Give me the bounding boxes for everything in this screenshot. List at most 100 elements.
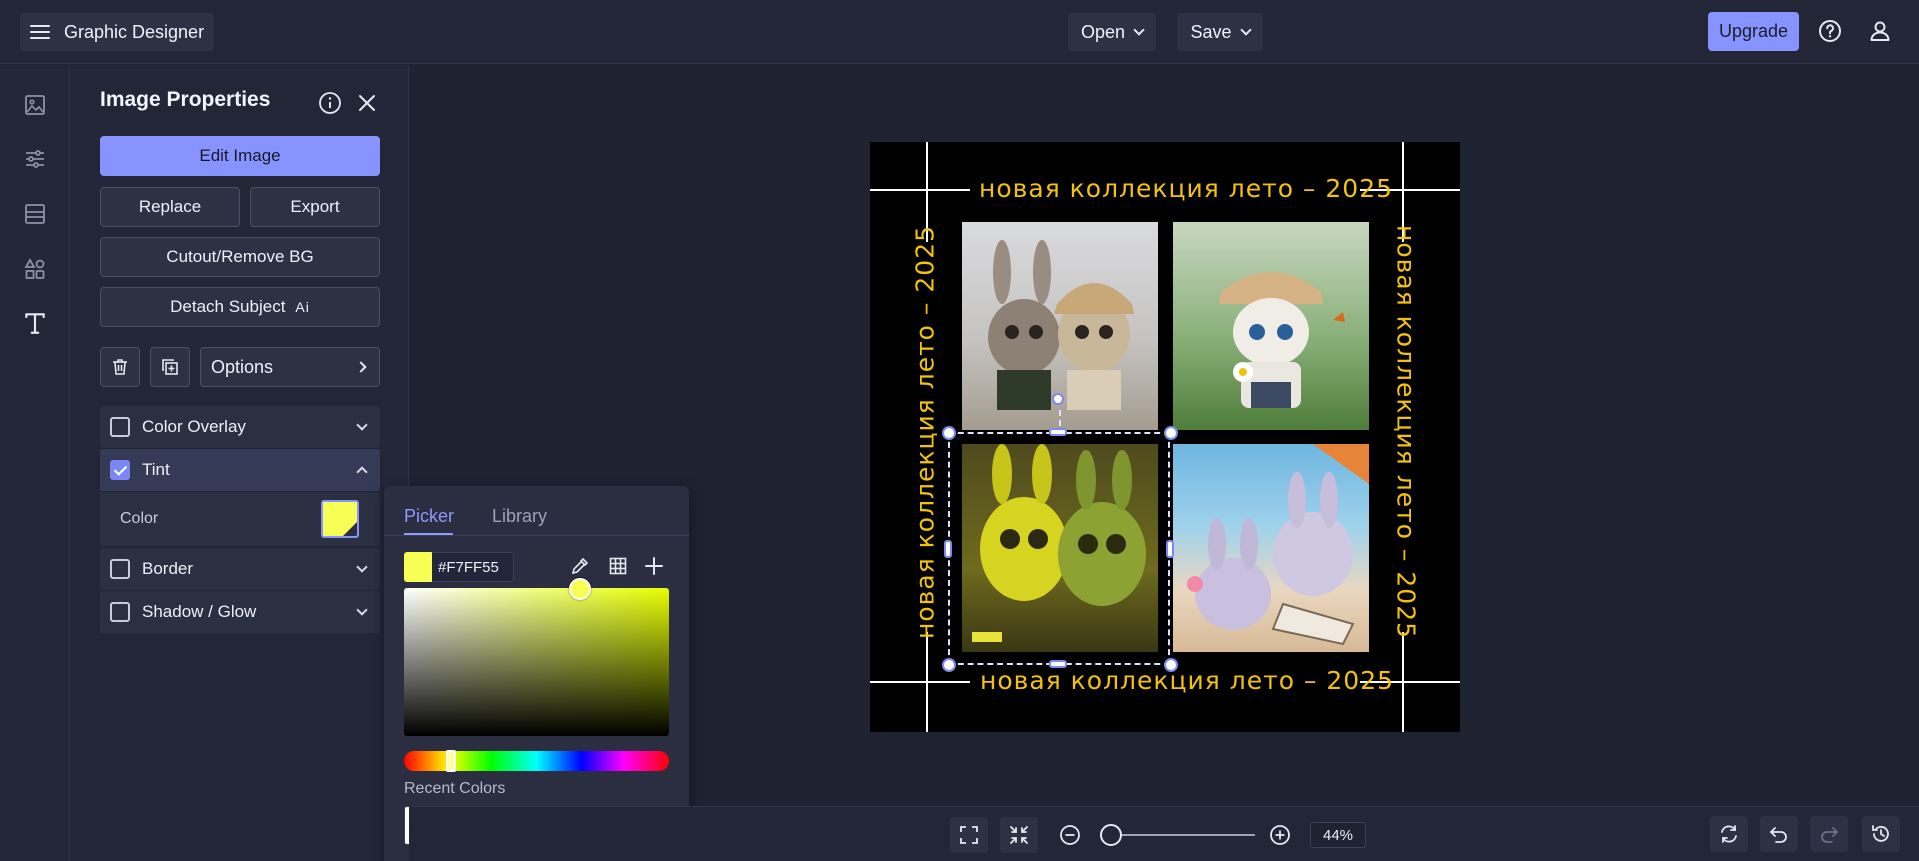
hue-slider[interactable] <box>404 751 669 771</box>
resize-handle[interactable] <box>1049 660 1067 668</box>
rotate-connector <box>1059 410 1061 426</box>
selection-box[interactable] <box>948 432 1170 665</box>
top-bar: Graphic Designer Open Save Upgrade <box>0 0 1919 64</box>
detach-subject-button[interactable]: Detach Subject Ai <box>100 287 380 327</box>
swatch-corner-icon <box>343 522 357 536</box>
chevron-down-icon <box>1239 23 1252 36</box>
upgrade-button[interactable]: Upgrade <box>1708 12 1799 51</box>
banner-bottom-text[interactable]: новая коллекция лето – 2025 <box>980 666 1394 695</box>
hue-handle[interactable] <box>446 750 456 772</box>
tab-divider <box>384 535 689 536</box>
photo-toy-garden[interactable] <box>1173 222 1369 430</box>
image-icon[interactable] <box>17 87 53 123</box>
panel-title: Image Properties <box>100 88 271 111</box>
shadow-glow-label: Shadow / Glow <box>142 602 257 621</box>
resize-handle[interactable] <box>944 540 952 558</box>
tint-body: Color <box>100 492 380 546</box>
hex-input[interactable]: #F7FF55 <box>432 552 514 582</box>
resize-handle[interactable] <box>1164 426 1178 440</box>
options-label: Options <box>211 356 274 377</box>
grid-icon[interactable] <box>602 550 634 582</box>
history-button[interactable] <box>1862 816 1900 852</box>
delete-button[interactable] <box>100 347 140 387</box>
redo-icon <box>1821 827 1839 843</box>
photo-toys-beach[interactable] <box>1173 444 1369 652</box>
refresh-button[interactable] <box>1710 816 1748 852</box>
expand-icon <box>960 826 978 844</box>
replace-button[interactable]: Replace <box>100 187 240 227</box>
export-button[interactable]: Export <box>250 187 380 227</box>
banner-top-text[interactable]: новая коллекция лето – 2025 <box>979 174 1393 203</box>
resize-handle[interactable] <box>1166 540 1174 558</box>
recent-colors-label: Recent Colors <box>404 780 506 797</box>
zoom-in-icon[interactable] <box>1262 817 1298 853</box>
color-overlay-checkbox[interactable] <box>110 417 130 437</box>
layout-icon[interactable] <box>17 196 53 232</box>
tab-library[interactable]: Library <box>492 506 547 527</box>
guide-line <box>1402 632 1404 732</box>
guide-line <box>870 189 970 191</box>
help-icon[interactable] <box>1812 13 1848 49</box>
color-picker-popup: Picker Library #F7FF55 Recent Colors <box>384 486 689 861</box>
tint-label: Tint <box>142 460 170 479</box>
shapes-icon[interactable] <box>17 251 53 287</box>
resize-handle[interactable] <box>1164 658 1178 672</box>
saturation-value-area[interactable] <box>404 588 669 736</box>
ai-badge: Ai <box>295 299 310 315</box>
app-title: Graphic Designer <box>64 21 205 42</box>
close-icon[interactable] <box>349 85 385 121</box>
image-properties-panel: Image Properties Edit Image Replace Expo… <box>70 65 409 861</box>
cutout-remove-bg-button[interactable]: Cutout/Remove BG <box>100 237 380 277</box>
refresh-icon <box>1721 825 1737 843</box>
banner-left-text[interactable]: новая коллекция лето – 2025 <box>911 225 940 639</box>
color-handle[interactable] <box>569 578 591 600</box>
resize-handle[interactable] <box>1049 428 1067 436</box>
save-button[interactable]: Save <box>1177 13 1263 51</box>
history-icon <box>1872 825 1889 842</box>
tab-underline <box>404 533 453 535</box>
save-label: Save <box>1190 21 1232 42</box>
info-icon[interactable] <box>312 85 348 121</box>
color-overlay-label: Color Overlay <box>142 417 246 436</box>
zoom-slider-knob[interactable] <box>1100 824 1122 846</box>
hamburger-icon <box>30 25 50 39</box>
resize-handle[interactable] <box>942 658 956 672</box>
add-color-icon[interactable] <box>638 550 670 582</box>
tint-color-swatch[interactable] <box>321 500 359 538</box>
zoom-slider-track[interactable] <box>1100 834 1255 836</box>
trash-icon <box>113 359 127 375</box>
detach-subject-label: Detach Subject <box>170 297 286 316</box>
text-icon[interactable] <box>17 305 53 341</box>
duplicate-button[interactable] <box>150 347 190 387</box>
sliders-icon[interactable] <box>17 141 53 177</box>
shrink-button[interactable] <box>1000 817 1038 853</box>
tab-picker[interactable]: Picker <box>404 506 454 527</box>
border-label: Border <box>142 559 194 578</box>
chevron-down-icon <box>356 604 368 616</box>
tint-section[interactable]: Tint <box>100 449 380 491</box>
open-button[interactable]: Open <box>1068 13 1156 51</box>
guide-line <box>926 632 928 732</box>
zoom-value-input[interactable]: 44% <box>1310 822 1366 848</box>
user-icon[interactable] <box>1862 13 1898 49</box>
shadow-glow-section[interactable]: Shadow / Glow <box>100 591 380 633</box>
color-overlay-section[interactable]: Color Overlay <box>100 406 380 448</box>
rotate-handle[interactable] <box>1052 393 1064 405</box>
options-button[interactable]: Options <box>200 347 380 387</box>
tint-checkbox[interactable] <box>110 460 130 480</box>
left-rail <box>0 65 70 861</box>
undo-icon <box>1769 827 1787 843</box>
current-color-swatch <box>404 552 434 582</box>
redo-button[interactable] <box>1810 816 1848 852</box>
app-menu-button[interactable]: Graphic Designer <box>20 13 214 51</box>
chevron-down-icon <box>356 561 368 573</box>
border-checkbox[interactable] <box>110 559 130 579</box>
fit-screen-button[interactable] <box>950 817 988 853</box>
banner-right-text[interactable]: новая коллекция лето – 2025 <box>1392 225 1421 639</box>
border-section[interactable]: Border <box>100 548 380 590</box>
zoom-out-icon[interactable] <box>1052 817 1088 853</box>
undo-button[interactable] <box>1760 816 1798 852</box>
shadow-glow-checkbox[interactable] <box>110 602 130 622</box>
resize-handle[interactable] <box>942 426 956 440</box>
edit-image-button[interactable]: Edit Image <box>100 136 380 176</box>
